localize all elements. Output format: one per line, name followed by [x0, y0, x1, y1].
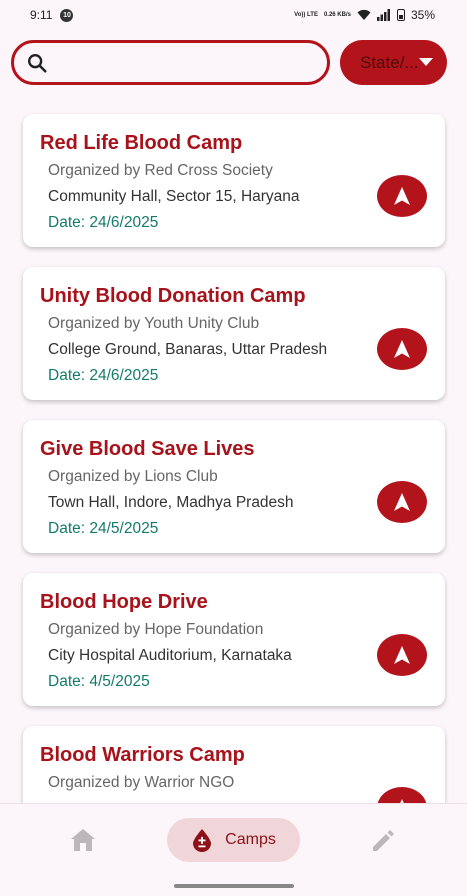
camp-location: Town Hall, Indore, Madhya Pradesh: [48, 494, 294, 511]
camp-organizer: Organized by Hope Foundation: [48, 621, 264, 638]
notification-icon: 10: [60, 8, 74, 22]
camp-organizer: Organized by Red Cross Society: [48, 162, 273, 179]
search-input[interactable]: [56, 43, 327, 82]
camp-organizer: Organized by Warrior NGO: [48, 774, 235, 791]
camp-location: City Hospital Auditorium, Karnataka: [48, 647, 292, 664]
network-type: Vo)) LTE: [294, 12, 318, 18]
battery-level: 35%: [410, 8, 435, 22]
status-left: 9:11 10: [30, 8, 74, 22]
camp-organizer: Organized by Lions Club: [48, 468, 218, 485]
camp-title: Blood Hope Drive: [40, 591, 208, 613]
blood-drop-icon: [193, 829, 212, 852]
navigate-button[interactable]: [377, 481, 427, 523]
signal-icon: [376, 9, 390, 21]
caret-down-icon: [419, 58, 433, 66]
nav-edit-button[interactable]: [370, 828, 396, 857]
camp-location: College Ground, Banaras, Uttar Pradesh: [48, 341, 328, 358]
battery-icon: [396, 9, 405, 21]
nav-camps-button[interactable]: Camps: [167, 818, 300, 862]
status-right: Vo)) LTE 0.26 KB/s 35%: [294, 8, 435, 22]
camp-location: Community Hall, Sector 15, Haryana: [48, 188, 300, 205]
camp-card[interactable]: Blood Hope Drive Organized by Hope Found…: [23, 573, 445, 706]
search-box[interactable]: [11, 40, 330, 85]
status-bar: 9:11 10 Vo)) LTE 0.26 KB/s 35%: [0, 0, 467, 30]
search-row: State/...: [11, 40, 447, 86]
search-icon: [28, 53, 47, 73]
wifi-icon: [357, 9, 371, 20]
bottom-navigation: Camps: [0, 803, 467, 896]
camp-card[interactable]: Give Blood Save Lives Organized by Lions…: [23, 420, 445, 553]
camp-date: Date: 4/5/2025: [48, 673, 150, 690]
camp-title: Red Life Blood Camp: [40, 132, 243, 154]
network-speed: 0.26 KB/s: [323, 12, 351, 18]
state-filter-dropdown[interactable]: State/...: [340, 40, 447, 85]
status-time: 9:11: [30, 8, 53, 22]
camp-date: Date: 24/6/2025: [48, 367, 159, 384]
camp-title: Blood Warriors Camp: [40, 744, 245, 766]
state-filter-label: State/...: [360, 52, 419, 72]
nav-home-button[interactable]: [70, 828, 96, 857]
camp-title: Give Blood Save Lives: [40, 438, 255, 460]
navigate-button[interactable]: [377, 175, 427, 217]
camp-card[interactable]: Red Life Blood Camp Organized by Red Cro…: [23, 114, 445, 247]
nav-camps-label: Camps: [225, 831, 276, 848]
navigate-button[interactable]: [377, 328, 427, 370]
navigation-arrow-icon: [394, 493, 410, 511]
navigation-arrow-icon: [394, 646, 410, 664]
navigation-arrow-icon: [394, 340, 410, 358]
camp-organizer: Organized by Youth Unity Club: [48, 315, 260, 332]
home-icon: [71, 829, 95, 851]
gesture-bar[interactable]: [174, 884, 294, 888]
navigate-button[interactable]: [377, 634, 427, 676]
camp-date: Date: 24/5/2025: [48, 520, 159, 537]
camp-title: Unity Blood Donation Camp: [40, 285, 306, 307]
camp-date: Date: 24/6/2025: [48, 214, 159, 231]
navigation-arrow-icon: [394, 187, 410, 205]
pencil-icon: [373, 830, 394, 851]
camp-card[interactable]: Unity Blood Donation Camp Organized by Y…: [23, 267, 445, 400]
